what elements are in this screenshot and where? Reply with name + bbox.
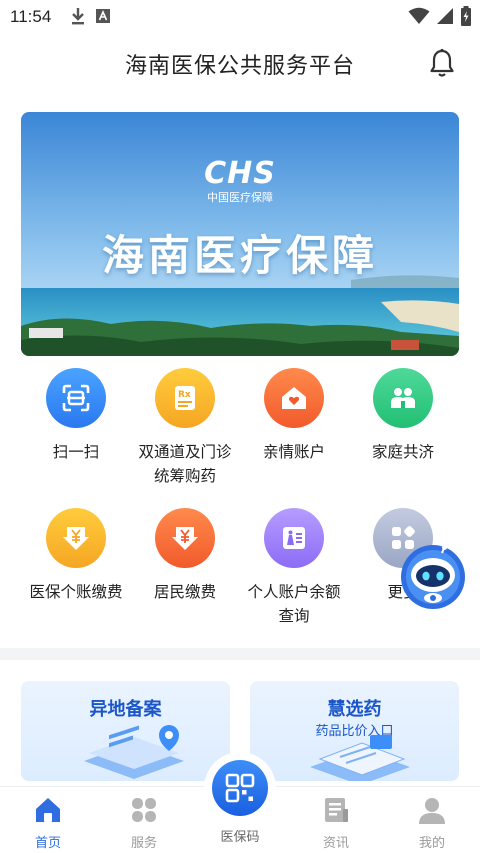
bell-icon[interactable] (428, 48, 456, 78)
tab-label: 资讯 (322, 836, 349, 851)
news-icon (325, 798, 348, 822)
home-icon (36, 798, 60, 822)
tab-mine[interactable]: 我的 (392, 795, 472, 851)
service-resident-payment[interactable]: 居民缴费 (130, 508, 240, 604)
tab-label: 服务 (130, 836, 157, 851)
id-card-icon (264, 508, 324, 568)
yen-download-icon (155, 508, 215, 568)
banner-logo: CHS 中国医疗保障 (21, 156, 459, 205)
service-label: 双通道及门诊统筹购药 (138, 443, 232, 485)
status-bar: 11:54 (0, 0, 480, 34)
home-heart-icon (264, 368, 324, 428)
wifi-icon (408, 7, 430, 24)
svg-text:Rx: Rx (178, 390, 191, 400)
prescription-icon: Rx (155, 368, 215, 428)
tab-news[interactable]: 资讯 (296, 795, 376, 851)
service-personal-payment[interactable]: 医保个账缴费 (21, 508, 131, 604)
download-icon (72, 8, 84, 25)
signal-icon (437, 8, 453, 24)
service-family-account[interactable]: 亲情账户 (239, 368, 349, 464)
service-scan[interactable]: 扫一扫 (21, 368, 131, 464)
tab-services[interactable]: 服务 (104, 795, 184, 851)
status-time: 11:54 (10, 7, 52, 26)
qr-code-icon (225, 773, 255, 803)
grid-icon (132, 798, 156, 822)
tab-label: 我的 (418, 836, 445, 851)
medicine-list-icon (310, 735, 410, 781)
service-label: 居民缴费 (153, 583, 216, 601)
chs-logo-subtitle: 中国医疗保障 (207, 191, 273, 204)
service-label: 医保个账缴费 (29, 583, 123, 601)
banner-carousel[interactable]: CHS 中国医疗保障 海南医疗保障 (21, 112, 459, 356)
yen-download-icon (46, 508, 106, 568)
page-title: 海南医保公共服务平台 (124, 54, 355, 79)
card-remote-filing[interactable]: 异地备案 (21, 681, 230, 781)
card-smart-drug[interactable]: 慧选药 药品比价入口 (250, 681, 459, 781)
service-balance-query[interactable]: 个人账户余额查询 (239, 508, 349, 628)
service-label: 个人账户余额查询 (247, 583, 341, 625)
banner-title: 海南医疗保障 (101, 231, 378, 280)
app-header: 海南医保公共服务平台 (0, 34, 480, 94)
document-location-icon (84, 725, 184, 779)
card-title: 慧选药 (327, 699, 382, 720)
medical-code-button[interactable] (204, 752, 276, 824)
family-icon (373, 368, 433, 428)
service-label: 亲情账户 (262, 443, 325, 461)
center-button-face (212, 760, 268, 816)
card-title: 异地备案 (89, 699, 162, 720)
service-family-mutual[interactable]: 家庭共济 (348, 368, 458, 464)
chs-logo-text: CHS (204, 156, 276, 191)
service-label: 家庭共济 (371, 443, 434, 461)
medical-code-label: 医保码 (220, 830, 260, 845)
section-divider (0, 648, 480, 660)
scan-icon (46, 368, 106, 428)
robot-assistant-icon[interactable] (400, 544, 466, 610)
user-icon (419, 798, 445, 824)
tab-label: 首页 (34, 836, 61, 851)
tab-home[interactable]: 首页 (8, 795, 88, 851)
battery-icon (461, 6, 471, 26)
service-dual-channel[interactable]: Rx 双通道及门诊统筹购药 (130, 368, 240, 488)
service-label: 扫一扫 (52, 443, 100, 461)
font-icon (96, 9, 110, 23)
